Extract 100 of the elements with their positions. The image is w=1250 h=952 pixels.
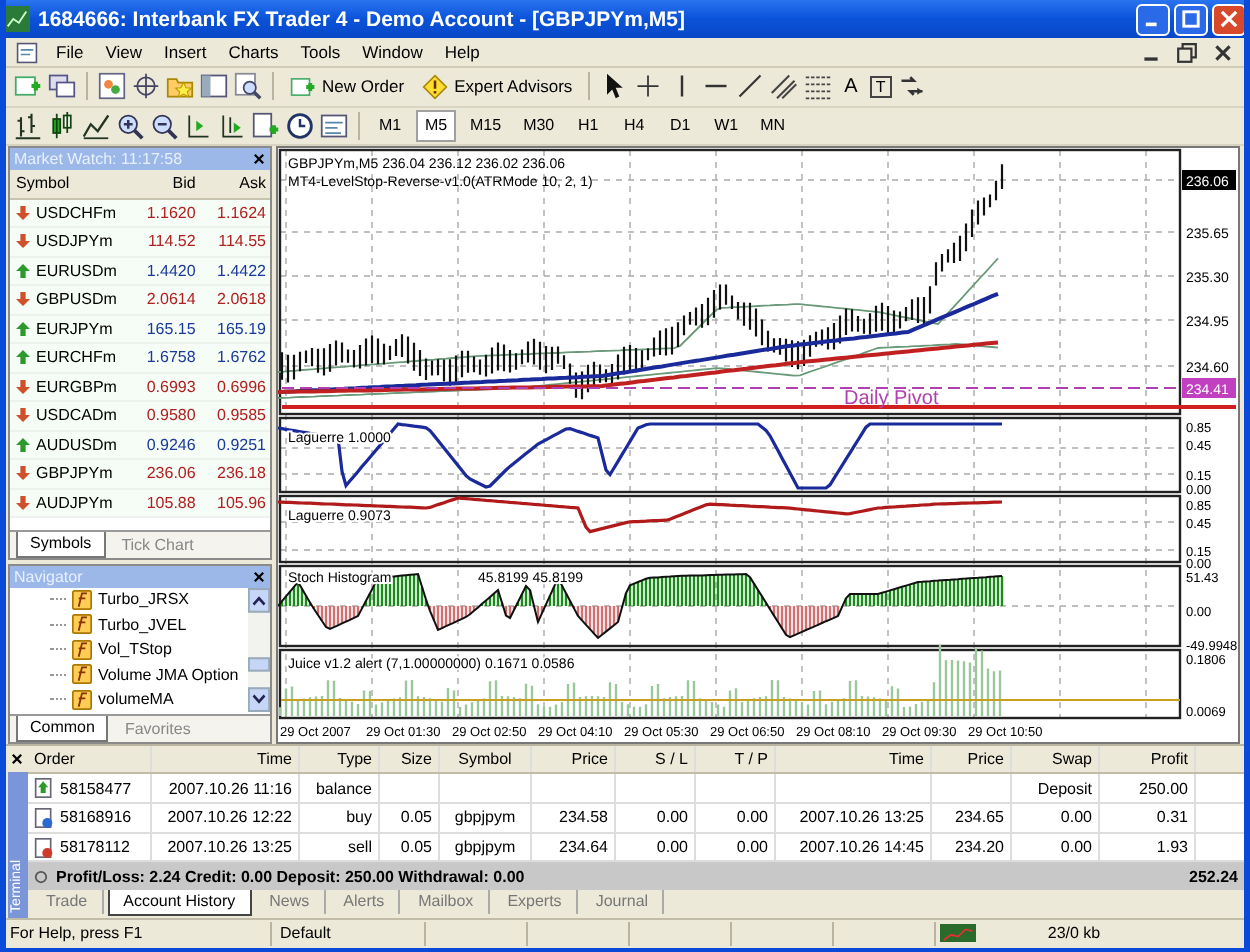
panel-tab[interactable]: Common	[16, 715, 109, 742]
zoom-in-icon[interactable]	[116, 111, 144, 140]
template-icon[interactable]	[320, 111, 348, 140]
navigator-item[interactable]: Turbo_JVEL	[98, 615, 187, 634]
toolbar-button[interactable]: Expert Advisors	[416, 69, 579, 104]
column-header[interactable]: Ask	[199, 174, 270, 193]
timeframe-button[interactable]: M5	[416, 109, 456, 142]
zoom-out-icon[interactable]	[150, 111, 178, 140]
terminal-tab[interactable]: Account History	[107, 890, 252, 917]
menu-item[interactable]: Tools	[290, 42, 351, 63]
connection-icon	[940, 924, 976, 943]
page-plus-icon[interactable]	[252, 111, 280, 140]
symbol-text[interactable]: USDJPYm	[36, 232, 113, 251]
symbol-text[interactable]: GBPUSDm	[36, 290, 117, 309]
folder-star-icon[interactable]	[166, 72, 194, 101]
menu-item[interactable]: Help	[434, 42, 490, 63]
text-tool-button[interactable]: T	[869, 75, 892, 98]
channel-icon[interactable]	[770, 72, 799, 101]
close-icon[interactable]	[1212, 41, 1234, 64]
column-header[interactable]: Price	[532, 745, 616, 773]
column-header[interactable]: Swap	[1012, 745, 1100, 773]
dashed-lines-icon[interactable]	[804, 72, 833, 101]
terminal-tab[interactable]: Journal	[581, 890, 665, 915]
scrollbar[interactable]	[248, 587, 270, 712]
timeframe-button[interactable]: W1	[706, 109, 747, 142]
window-plus-icon[interactable]	[14, 72, 42, 101]
column-header[interactable]: Symbol	[10, 174, 130, 193]
close-icon[interactable]	[10, 751, 24, 766]
menu-item[interactable]: View	[95, 42, 152, 63]
chart-shift-icon[interactable]	[184, 111, 212, 140]
column-header[interactable]: S / L	[616, 745, 696, 773]
symbol-text[interactable]: EURJPYm	[36, 319, 113, 338]
table-cell: 234.20	[955, 838, 1004, 857]
bid-price: 2.0614	[144, 290, 198, 309]
table-cell: buy	[346, 808, 372, 827]
symbol-text[interactable]: AUDJPYm	[36, 493, 113, 512]
column-header[interactable]: Bid	[129, 174, 200, 193]
symbol-text[interactable]: USDCADm	[36, 406, 117, 425]
maximize-button[interactable]	[1174, 3, 1208, 36]
close-icon[interactable]	[252, 569, 266, 584]
navigator-item[interactable]: volumeMA	[98, 690, 174, 709]
timeframe-button[interactable]: M1	[370, 109, 410, 142]
column-header[interactable]: Type	[300, 745, 380, 773]
minimize-button[interactable]	[1136, 3, 1170, 36]
symbol-text[interactable]: EURGBPm	[36, 377, 117, 396]
window-icon[interactable]	[200, 72, 228, 101]
symbol-text[interactable]: EURUSDm	[36, 261, 117, 280]
menu-item[interactable]: File	[46, 42, 94, 63]
navigator-item[interactable]: Turbo_JRSX	[98, 590, 189, 609]
text-tool-button[interactable]: A	[838, 71, 864, 102]
arrows-icon[interactable]	[897, 72, 926, 101]
symbol-text[interactable]: USDCHFm	[36, 203, 116, 222]
column-header[interactable]: T / P	[696, 745, 776, 773]
document-icon[interactable]	[16, 41, 38, 64]
navigator-item[interactable]: Vol_TStop	[98, 640, 172, 659]
close-button[interactable]	[1212, 3, 1244, 36]
windows-icon[interactable]	[48, 72, 76, 101]
bid-price: 1.6758	[144, 348, 198, 367]
terminal-tab[interactable]: Trade	[32, 890, 104, 915]
column-header[interactable]: Symbol	[440, 745, 532, 773]
column-header[interactable]: Price	[932, 745, 1012, 773]
bar-chart-icon[interactable]	[14, 111, 42, 140]
timeframe-button[interactable]: H4	[614, 109, 655, 142]
restore-icon[interactable]	[1176, 41, 1198, 64]
terminal-tab[interactable]: News	[255, 890, 326, 915]
maximize-icon	[1182, 10, 1200, 29]
autoscroll-icon[interactable]	[218, 111, 246, 140]
ask-price: 0.6996	[215, 377, 268, 396]
line-chart-icon[interactable]	[82, 111, 110, 140]
close-icon	[1220, 10, 1238, 29]
cross-icon[interactable]	[634, 72, 663, 101]
column-header[interactable]: Time	[152, 745, 300, 773]
menu-item[interactable]: Charts	[218, 42, 289, 63]
candles-icon[interactable]	[48, 111, 76, 140]
bid-price: 165.15	[144, 319, 198, 338]
terminal-tab[interactable]: Alerts	[329, 890, 401, 915]
symbol-text[interactable]: AUDUSDm	[36, 435, 117, 454]
panel-tab[interactable]: Symbols	[16, 531, 106, 558]
menu-item[interactable]: Window	[352, 42, 433, 63]
timeframe-button[interactable]: M30	[515, 109, 563, 142]
timeframe-button[interactable]: D1	[660, 109, 701, 142]
symbol-text[interactable]: GBPJPYm	[36, 464, 113, 483]
close-icon[interactable]	[252, 151, 266, 166]
terminal-tab[interactable]: Experts	[493, 890, 578, 915]
column-header[interactable]: Size	[380, 745, 440, 773]
symbol-text[interactable]: EURCHFm	[36, 348, 116, 367]
navigator-item[interactable]: Volume JMA Option	[98, 665, 239, 684]
column-header[interactable]: Profit	[1100, 745, 1196, 773]
clock-icon[interactable]	[286, 111, 314, 140]
menu-item[interactable]: Insert	[153, 42, 217, 63]
terminal-tab[interactable]: Mailbox	[404, 890, 490, 915]
column-header[interactable]: Order	[28, 745, 152, 773]
magnifier-icon[interactable]	[234, 72, 262, 101]
timeframe-button[interactable]: H1	[568, 109, 609, 142]
column-header[interactable]: Time	[776, 745, 932, 773]
toolbar-button[interactable]: New Order	[284, 69, 411, 104]
crosshair-icon[interactable]	[132, 72, 160, 101]
timeframe-button[interactable]: M15	[462, 109, 510, 142]
trend-line-icon[interactable]	[736, 72, 765, 101]
timeframe-button[interactable]: MN	[752, 109, 794, 142]
